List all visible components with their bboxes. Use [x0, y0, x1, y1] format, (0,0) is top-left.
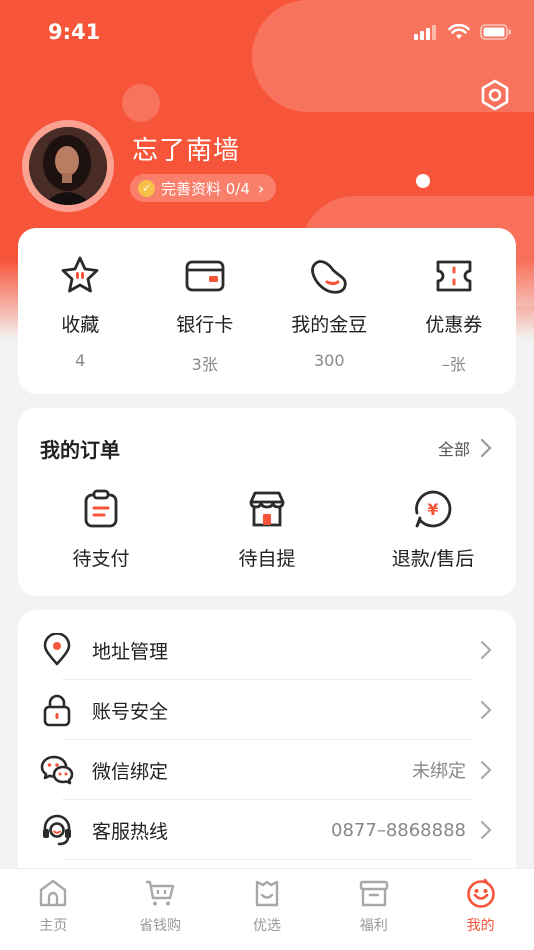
chevron-right-icon — [480, 438, 492, 458]
stat-label: 我的金豆 — [291, 314, 368, 336]
settings-menu-card: 地址管理 账号安全 微信绑定 未绑定 客服热线 0877–8868888 — [18, 610, 516, 890]
menu-item-address[interactable]: 地址管理 — [18, 620, 516, 680]
avatar[interactable] — [22, 120, 114, 212]
tab-mine[interactable]: 我的 — [427, 869, 534, 950]
bank-card-icon — [185, 260, 225, 292]
chevron-right-icon — [480, 700, 492, 720]
location-icon — [43, 633, 71, 666]
stat-value: 4 — [75, 351, 86, 370]
clipboard-icon — [84, 489, 118, 528]
order-pending-pickup[interactable]: 待自提 — [184, 488, 350, 571]
complete-profile-button[interactable]: ✓ 完善资料 0/4 › — [130, 174, 277, 202]
menu-value: 未绑定 — [412, 761, 466, 782]
shop-icon — [249, 491, 285, 527]
tab-welfare[interactable]: 福利 — [320, 869, 427, 950]
order-label: 退款/售后 — [391, 548, 475, 570]
view-all-label: 全部 — [437, 440, 470, 459]
stat-label: 优惠券 — [425, 314, 483, 336]
tab-label: 福利 — [359, 918, 388, 934]
orders-card: 我的订单 全部 待支付 待自提 ¥ 退款/售后 — [18, 408, 516, 596]
status-bar: 9:41 — [0, 0, 534, 64]
vip-badge-icon: ✓ — [138, 179, 155, 197]
wifi-icon — [448, 24, 470, 39]
chevron-right-icon — [480, 640, 492, 660]
view-all-orders-link[interactable]: 全部 — [438, 436, 492, 460]
stats-card: 收藏 4 银行卡 3张 我的金豆 300 优惠券 –张 — [18, 228, 516, 394]
headset-icon — [43, 814, 71, 846]
decor-shape — [122, 84, 160, 122]
stat-label: 银行卡 — [176, 314, 234, 336]
settings-button[interactable] — [478, 78, 512, 112]
home-icon — [40, 879, 67, 907]
menu-label: 账号安全 — [92, 700, 169, 723]
menu-label: 微信绑定 — [92, 760, 169, 783]
signal-icon — [414, 25, 436, 40]
tab-label: 我的 — [466, 918, 495, 934]
tab-home[interactable]: 主页 — [0, 869, 107, 950]
lock-icon — [43, 694, 71, 727]
bean-icon — [311, 260, 347, 294]
gift-box-icon — [359, 880, 388, 907]
status-icons — [414, 24, 512, 40]
orders-title: 我的订单 — [40, 438, 120, 462]
avatar-image — [29, 127, 107, 205]
star-icon — [61, 256, 99, 293]
order-label: 待自提 — [238, 548, 296, 570]
stat-bank-cards[interactable]: 银行卡 3张 — [143, 228, 268, 394]
wechat-icon — [40, 755, 74, 785]
tab-label: 省钱购 — [139, 918, 182, 934]
decor-dot — [416, 174, 430, 188]
profile-face-icon — [466, 878, 495, 908]
order-status-row: 待支付 待自提 ¥ 退款/售后 — [18, 488, 516, 571]
battery-icon — [480, 24, 511, 40]
menu-label: 地址管理 — [92, 640, 169, 663]
svg-text:¥: ¥ — [427, 500, 438, 519]
stat-favorites[interactable]: 收藏 4 — [18, 228, 143, 394]
stat-label: 收藏 — [61, 314, 100, 336]
tab-label: 优选 — [252, 918, 281, 934]
menu-item-customer-service[interactable]: 客服热线 0877–8868888 — [18, 800, 516, 860]
coupon-icon — [436, 260, 472, 292]
menu-item-wechat-binding[interactable]: 微信绑定 未绑定 — [18, 740, 516, 800]
chevron-right-icon: › — [257, 178, 265, 198]
menu-value: 0877–8868888 — [331, 819, 466, 841]
order-pending-payment[interactable]: 待支付 — [18, 488, 184, 571]
order-refund[interactable]: ¥ 退款/售后 — [350, 488, 516, 571]
menu-label: 客服热线 — [92, 820, 169, 843]
divider — [62, 859, 472, 860]
username: 忘了南墙 — [132, 136, 241, 166]
bottom-tab-bar: 主页 省钱购 优选 福利 我的 — [0, 868, 534, 950]
status-time: 9:41 — [48, 20, 101, 44]
chevron-right-icon — [480, 820, 492, 840]
tab-savings[interactable]: 省钱购 — [107, 869, 214, 950]
stat-gold-beans[interactable]: 我的金豆 300 — [267, 228, 392, 394]
stat-value: –张 — [441, 355, 466, 374]
settings-icon — [481, 79, 509, 111]
complete-profile-label: 完善资料 0/4 — [161, 179, 250, 198]
bag-icon — [255, 880, 279, 907]
tab-selected[interactable]: 优选 — [214, 869, 321, 950]
stat-value: 300 — [313, 351, 345, 370]
stat-value: 3张 — [191, 355, 218, 374]
stat-coupons[interactable]: 优惠券 –张 — [392, 228, 517, 394]
refund-icon: ¥ — [415, 490, 452, 528]
chevron-right-icon — [480, 760, 492, 780]
cart-icon — [146, 880, 175, 906]
menu-item-account-security[interactable]: 账号安全 — [18, 680, 516, 740]
order-label: 待支付 — [72, 548, 130, 570]
tab-label: 主页 — [39, 918, 68, 934]
